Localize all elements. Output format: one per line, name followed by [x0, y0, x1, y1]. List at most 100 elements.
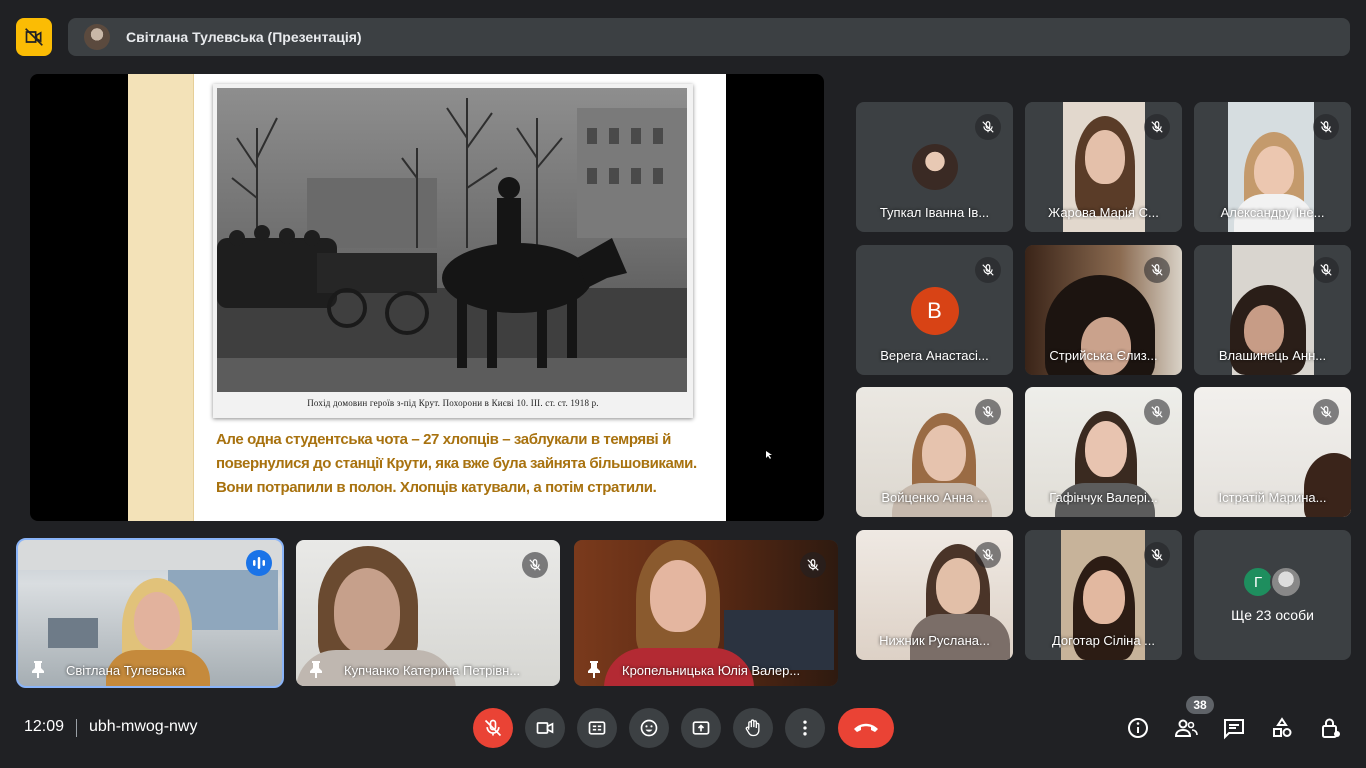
mic-off-indicator: [1313, 257, 1339, 283]
others-avatars: Г: [1242, 566, 1302, 598]
mic-off-indicator: [1144, 399, 1170, 425]
mic-off-indicator: [1144, 114, 1170, 140]
more-vert-icon: [803, 720, 807, 736]
mic-off-icon: [1320, 121, 1332, 133]
mic-off-icon: [1151, 406, 1163, 418]
mic-off-indicator: [1144, 542, 1170, 568]
camera-off-indicator-button[interactable]: [16, 18, 52, 56]
emoji-icon: [640, 719, 658, 737]
closed-captions-icon: [588, 721, 606, 735]
chat-button[interactable]: [1220, 714, 1248, 742]
mic-off-indicator: [1144, 257, 1170, 283]
mic-off-icon: [807, 559, 819, 571]
presenter-bar[interactable]: Світлана Тулевська (Презентація): [68, 18, 1350, 56]
participant-name: Влашинець Анн...: [1218, 348, 1327, 363]
clock: 12:09: [24, 718, 65, 735]
hand-icon: [745, 719, 760, 737]
mic-off-icon: [1320, 406, 1332, 418]
mic-off-indicator: [1313, 114, 1339, 140]
participant-tile[interactable]: Войценко Анна ...: [856, 387, 1013, 517]
lock-person-icon: [1322, 718, 1340, 738]
participant-avatar: [911, 144, 958, 190]
participant-tile[interactable]: Доготар Сіліна ...: [1025, 530, 1182, 660]
participant-tile[interactable]: Кропельницька Юлія Валер...: [574, 540, 838, 686]
activities-shapes-icon: [1273, 717, 1292, 737]
participant-name: Купчанко Катерина Петрівн...: [344, 663, 521, 678]
participants-count-badge: 38: [1186, 696, 1214, 714]
presenter-avatar: [84, 24, 110, 50]
present-screen-button[interactable]: [681, 708, 721, 748]
participant-name: Істратій Марина...: [1218, 490, 1327, 505]
mic-off-indicator: [975, 542, 1001, 568]
presentation-screen[interactable]: Похід домовин героїв з-під Крут. Похорон…: [30, 74, 824, 521]
participants-button[interactable]: [1172, 714, 1200, 742]
captions-button[interactable]: [577, 708, 617, 748]
mic-off-icon: [1151, 549, 1163, 561]
participant-tile-main-speaker[interactable]: Світлана Тулевська: [16, 538, 284, 688]
meeting-code[interactable]: ubh-mwog-nwy: [89, 718, 197, 736]
mic-off-indicator: [975, 257, 1001, 283]
activities-button[interactable]: [1268, 714, 1296, 742]
leave-call-button[interactable]: [838, 708, 894, 748]
mic-off-icon: [982, 121, 994, 133]
mic-off-icon: [1151, 121, 1163, 133]
microphone-toggle-button[interactable]: [473, 708, 513, 748]
participant-name: Александру Іне...: [1220, 205, 1325, 220]
mic-off-icon: [484, 719, 502, 737]
participant-tile[interactable]: Нижник Руслана...: [856, 530, 1013, 660]
raise-hand-button[interactable]: [733, 708, 773, 748]
participant-name: Нижник Руслана...: [879, 633, 990, 648]
mic-off-icon: [1151, 264, 1163, 276]
mic-off-indicator: [975, 114, 1001, 140]
others-avatar-photo: [1270, 566, 1302, 598]
participant-name: Гафінчук Валері...: [1049, 490, 1158, 505]
participant-name: Тупкал Іванна Ів...: [879, 205, 990, 220]
video-camera-icon: [536, 722, 554, 734]
mic-off-indicator: [522, 552, 548, 578]
mic-off-indicator: [1313, 399, 1339, 425]
meeting-details-button[interactable]: [1124, 714, 1152, 742]
participant-tile[interactable]: Влашинець Анн...: [1194, 245, 1351, 375]
mic-off-indicator: [975, 399, 1001, 425]
call-end-icon: [854, 723, 878, 732]
host-controls-button[interactable]: [1316, 714, 1344, 742]
participant-avatar-letter: В: [910, 287, 959, 335]
participant-name: Доготар Сіліна ...: [1051, 633, 1156, 648]
participant-tile[interactable]: Істратій Марина...: [1194, 387, 1351, 517]
reactions-button[interactable]: [629, 708, 669, 748]
mouse-cursor-icon: [766, 451, 772, 459]
participant-name: Світлана Тулевська: [66, 663, 186, 678]
mic-off-icon: [529, 559, 541, 571]
participant-name: Войценко Анна ...: [881, 490, 988, 505]
divider: [76, 719, 77, 737]
participant-tile[interactable]: В Верега Анастасі...: [856, 245, 1013, 375]
slide-photo-frame: Похід домовин героїв з-під Крут. Похорон…: [213, 84, 693, 418]
participant-tile[interactable]: Тупкал Іванна Ів...: [856, 102, 1013, 232]
video-off-icon: [25, 28, 43, 46]
more-options-button[interactable]: [785, 708, 825, 748]
others-tile[interactable]: Г Ще 23 особи: [1194, 530, 1351, 660]
slide: Похід домовин героїв з-під Крут. Похорон…: [128, 74, 726, 521]
historical-photo: [217, 88, 687, 392]
camera-toggle-button[interactable]: [525, 708, 565, 748]
presenter-name: Світлана Тулевська (Презентація): [126, 29, 362, 45]
photo-caption: Похід домовин героїв з-під Крут. Похорон…: [307, 398, 599, 408]
slide-text: Але одна студентська чота – 27 хлопців –…: [216, 431, 697, 496]
mic-off-icon: [982, 549, 994, 561]
participant-name: Кропельницька Юлія Валер...: [622, 663, 801, 678]
mic-off-indicator: [800, 552, 826, 578]
participant-tile[interactable]: Гафінчук Валері...: [1025, 387, 1182, 517]
participant-name: Верега Анастасі...: [880, 348, 989, 363]
participant-tile[interactable]: Стрийська Єлиз...: [1025, 245, 1182, 375]
others-count-label: Ще 23 особи: [1231, 607, 1314, 623]
mic-off-icon: [1320, 264, 1332, 276]
participant-tile[interactable]: Купчанко Катерина Петрівн...: [296, 540, 560, 686]
slide-side-strip: [128, 74, 194, 521]
participant-tile[interactable]: Жарова Марія С...: [1025, 102, 1182, 232]
people-icon: [1174, 719, 1198, 737]
participant-tile[interactable]: Александру Іне...: [1194, 102, 1351, 232]
present-to-all-icon: [692, 721, 710, 735]
mic-off-icon: [982, 264, 994, 276]
audio-level-icon: [253, 557, 265, 569]
info-icon: [1128, 718, 1148, 738]
